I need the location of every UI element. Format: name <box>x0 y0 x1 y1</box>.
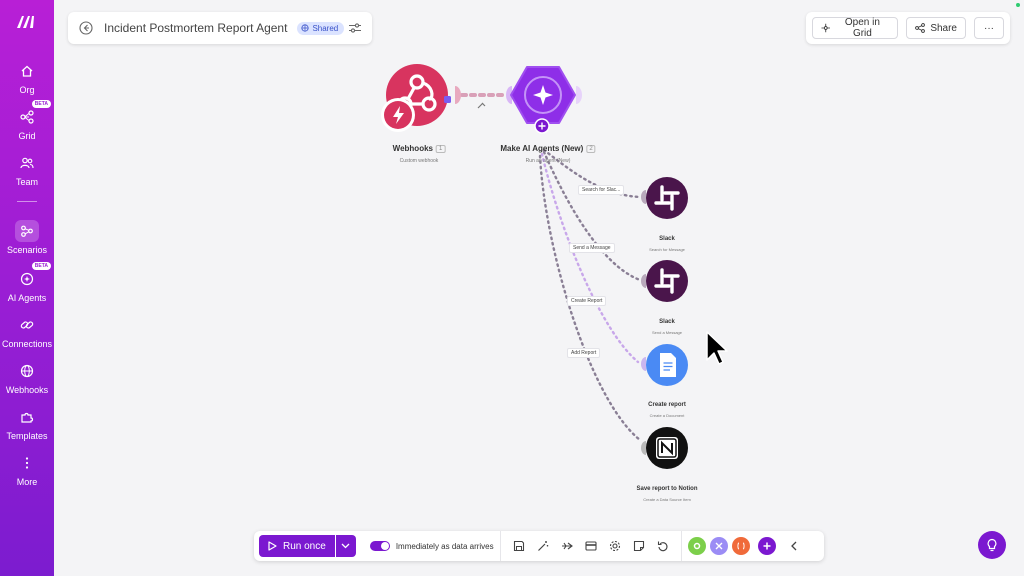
schedule-toggle[interactable] <box>369 541 390 551</box>
chevron-left-icon <box>790 541 797 551</box>
module-action: Create a Data Source Item <box>643 497 691 502</box>
help-button[interactable] <box>978 531 1006 559</box>
schedule-toggle-group: Immediately as data arrives <box>369 541 494 551</box>
toolbar-divider <box>499 531 501 561</box>
tools-app-icon[interactable] <box>687 537 706 555</box>
add-app-button[interactable] <box>757 537 776 555</box>
auto-align-button[interactable] <box>531 534 555 558</box>
module-name: Save report to Notion <box>636 486 698 492</box>
lightbulb-icon <box>987 538 997 552</box>
settings-button[interactable] <box>603 534 627 558</box>
module-name: Webhooks <box>392 144 433 153</box>
connection-agent-slack2 <box>542 150 642 282</box>
collapse-toolbar-button[interactable] <box>782 534 806 558</box>
note-icon <box>633 540 644 552</box>
module-name: Make AI Agents (New) <box>500 144 584 153</box>
module-count: 1 <box>435 144 446 153</box>
module-action: Create a Document <box>649 413 685 418</box>
toolbar-divider <box>680 531 682 561</box>
slack-search-module[interactable] <box>641 177 688 219</box>
module-name: Slack <box>659 319 675 325</box>
history-button[interactable] <box>651 534 675 558</box>
notion-icon <box>656 437 678 459</box>
airplane-icon <box>561 542 573 550</box>
module-count: 2 <box>586 144 596 153</box>
scenario-canvas[interactable] <box>0 0 1024 576</box>
slack2-node-label: Slack Send a Message <box>652 310 682 335</box>
webhooks-node-label: Webhooks 1 Custom webhook <box>393 138 446 164</box>
chevron-down-icon <box>341 543 350 549</box>
run-once-label: Run once <box>283 540 326 552</box>
notion-module[interactable] <box>641 427 688 469</box>
magic-wand-icon <box>537 541 548 551</box>
google-docs-module[interactable] <box>641 344 688 386</box>
mouse-cursor-icon <box>706 331 728 365</box>
slack1-node-label: Slack Search for Message <box>649 227 685 252</box>
make-ai-agent-module[interactable] <box>506 66 582 134</box>
edge-label-add[interactable]: Add Report <box>567 348 601 358</box>
schedule-label: Immediately as data arrives <box>395 541 494 551</box>
document-icon <box>660 353 676 377</box>
plus-icon <box>763 542 771 550</box>
flow-control-button[interactable] <box>555 534 579 558</box>
play-icon <box>268 541 277 551</box>
docs-node-label: Create report Create a Document <box>648 393 686 418</box>
module-name: Create report <box>648 402 686 408</box>
module-name: Slack <box>659 236 675 242</box>
bottom-toolbar: Run once Immediately as data arrives <box>254 531 824 561</box>
edge-label-send[interactable]: Send a Message <box>569 243 615 253</box>
save-button[interactable] <box>507 534 531 558</box>
run-options-dropdown[interactable] <box>335 535 356 557</box>
module-action: Send a Message <box>651 330 683 335</box>
module-action: Search for Message <box>649 247 685 252</box>
save-icon <box>513 540 524 552</box>
webhooks-module[interactable] <box>381 64 461 132</box>
slack-send-module[interactable] <box>641 260 688 302</box>
module-action: Custom webhook <box>399 158 439 164</box>
flow-app-icon[interactable] <box>709 537 728 555</box>
module-action: Run an agent (New) <box>525 158 571 164</box>
notion-node-label: Save report to Notion Create a Data Sour… <box>636 477 697 502</box>
filter-badge-icon <box>444 96 451 103</box>
layout-icon <box>585 541 597 551</box>
status-indicator <box>1016 3 1020 7</box>
json-app-icon[interactable] <box>731 537 750 555</box>
edge-label-create[interactable]: Create Report <box>567 296 607 306</box>
run-once-button[interactable]: Run once <box>259 535 335 557</box>
notes-panel-button[interactable] <box>579 534 603 558</box>
wrench-icon[interactable] <box>477 102 486 109</box>
gear-icon <box>609 540 620 552</box>
undo-icon <box>657 541 668 552</box>
edge-label-search[interactable]: Search for Slac... <box>578 185 625 195</box>
agent-node-label: Make AI Agents (New) 2 Run an agent (New) <box>500 138 596 164</box>
notes-button[interactable] <box>627 534 651 558</box>
